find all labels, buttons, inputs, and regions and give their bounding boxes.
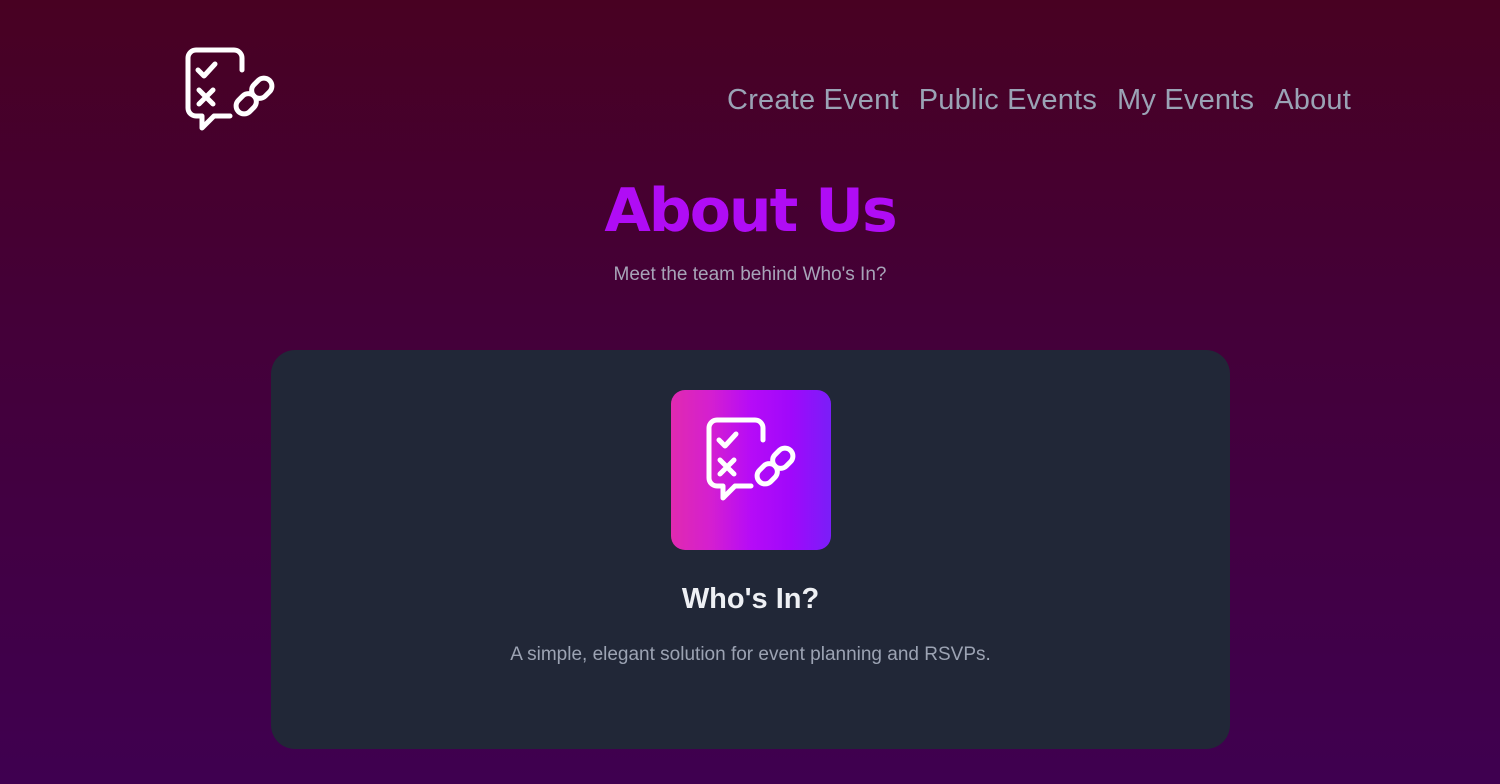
card-description: A simple, elegant solution for event pla…: [510, 644, 991, 665]
app-icon-tile: [671, 390, 831, 550]
logo-chat-check-link-icon[interactable]: [184, 46, 280, 134]
main-nav: Create Event Public Events My Events Abo…: [727, 82, 1351, 118]
page-subtitle: Meet the team behind Who's In?: [613, 264, 887, 285]
about-card: Who's In? A simple, elegant solution for…: [271, 350, 1230, 749]
nav-my-events[interactable]: My Events: [1117, 82, 1254, 118]
chat-check-link-icon: [706, 417, 796, 501]
nav-create-event[interactable]: Create Event: [727, 82, 899, 118]
page-title: About Us: [604, 176, 897, 246]
card-title: Who's In?: [681, 583, 820, 615]
nav-about[interactable]: About: [1274, 82, 1351, 118]
nav-public-events[interactable]: Public Events: [919, 82, 1097, 118]
